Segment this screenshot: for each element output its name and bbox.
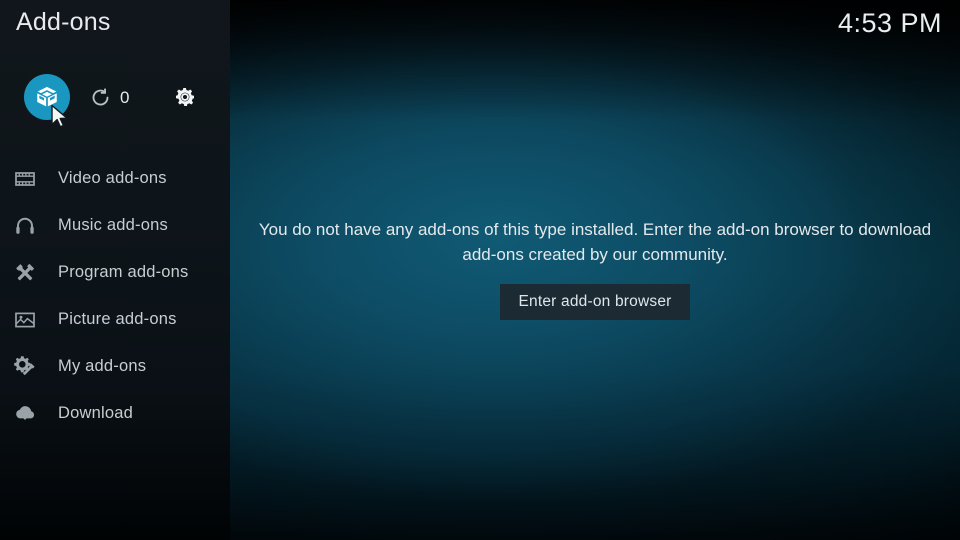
sidebar-item-picture-addons[interactable]: Picture add-ons [0, 296, 230, 343]
addon-browser-button[interactable] [24, 74, 70, 120]
sidebar: Add-ons 0 Video add-ons Music add-ons Pr… [0, 0, 230, 540]
gear-icon [173, 85, 197, 109]
crossed-tools-icon [10, 258, 40, 288]
film-strip-icon [10, 164, 40, 194]
updates-button[interactable]: 0 [90, 82, 129, 112]
settings-button[interactable] [170, 82, 200, 112]
sidebar-nav: Video add-ons Music add-ons Program add-… [0, 155, 230, 437]
cloud-download-icon [10, 399, 40, 429]
sidebar-item-download[interactable]: Download [0, 390, 230, 437]
sidebar-item-program-addons[interactable]: Program add-ons [0, 249, 230, 296]
sidebar-item-label: Download [58, 404, 133, 422]
picture-icon [10, 305, 40, 335]
headphones-icon [10, 211, 40, 241]
gear-tool-icon [10, 352, 40, 382]
sidebar-item-music-addons[interactable]: Music add-ons [0, 202, 230, 249]
main-content: You do not have any add-ons of this type… [230, 0, 960, 540]
empty-state-message: You do not have any add-ons of this type… [258, 219, 932, 264]
updates-count: 0 [120, 87, 130, 107]
open-box-icon [34, 84, 60, 110]
sidebar-item-my-addons[interactable]: My add-ons [0, 343, 230, 390]
sidebar-item-label: Program add-ons [58, 263, 189, 281]
sidebar-item-label: Picture add-ons [58, 310, 177, 328]
enter-addon-browser-button[interactable]: Enter add-on browser [500, 284, 690, 321]
page-title: Add-ons [16, 8, 111, 36]
sidebar-item-video-addons[interactable]: Video add-ons [0, 155, 230, 202]
sidebar-item-label: Video add-ons [58, 169, 167, 187]
sidebar-item-label: My add-ons [58, 357, 147, 375]
refresh-icon [90, 87, 111, 108]
sidebar-item-label: Music add-ons [58, 216, 168, 234]
kodi-addons-screen: 4:53 PM You do not have any add-ons of t… [0, 0, 960, 540]
sidebar-toolbar: 0 [0, 74, 230, 122]
